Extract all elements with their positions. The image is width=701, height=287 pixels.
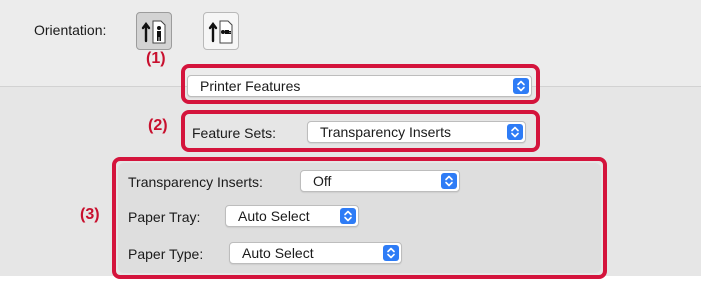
orientation-landscape-button[interactable]	[203, 12, 239, 50]
orientation-label: Orientation:	[34, 22, 107, 38]
callout-3: (3)	[80, 206, 100, 223]
transparency-inserts-popup[interactable]: Off	[300, 170, 460, 192]
panel-selector-value: Printer Features	[200, 78, 301, 94]
callout-1: (1)	[146, 50, 166, 67]
paper-type-label: Paper Type:	[128, 246, 204, 262]
stepper-icon	[441, 173, 457, 189]
feature-sets-value: Transparency Inserts	[320, 124, 451, 140]
transparency-inserts-value: Off	[313, 173, 332, 189]
paper-tray-popup[interactable]: Auto Select	[225, 205, 359, 227]
stepper-icon	[340, 208, 356, 224]
orientation-portrait-button[interactable]	[136, 12, 172, 50]
paper-tray-value: Auto Select	[238, 208, 310, 224]
callout-2: (2)	[148, 117, 168, 134]
paper-tray-label: Paper Tray:	[128, 209, 201, 225]
feature-sets-label: Feature Sets:	[192, 125, 277, 141]
transparency-inserts-label: Transparency Inserts:	[128, 174, 263, 190]
paper-type-popup[interactable]: Auto Select	[229, 242, 402, 264]
paper-type-value: Auto Select	[242, 245, 314, 261]
landscape-orientation-icon	[208, 20, 233, 44]
portrait-orientation-icon	[141, 20, 166, 44]
stepper-icon	[383, 245, 399, 261]
panel-selector-popup[interactable]: Printer Features	[187, 75, 532, 97]
stepper-icon	[507, 124, 523, 140]
stepper-icon	[513, 78, 529, 94]
feature-sets-popup[interactable]: Transparency Inserts	[307, 121, 526, 143]
